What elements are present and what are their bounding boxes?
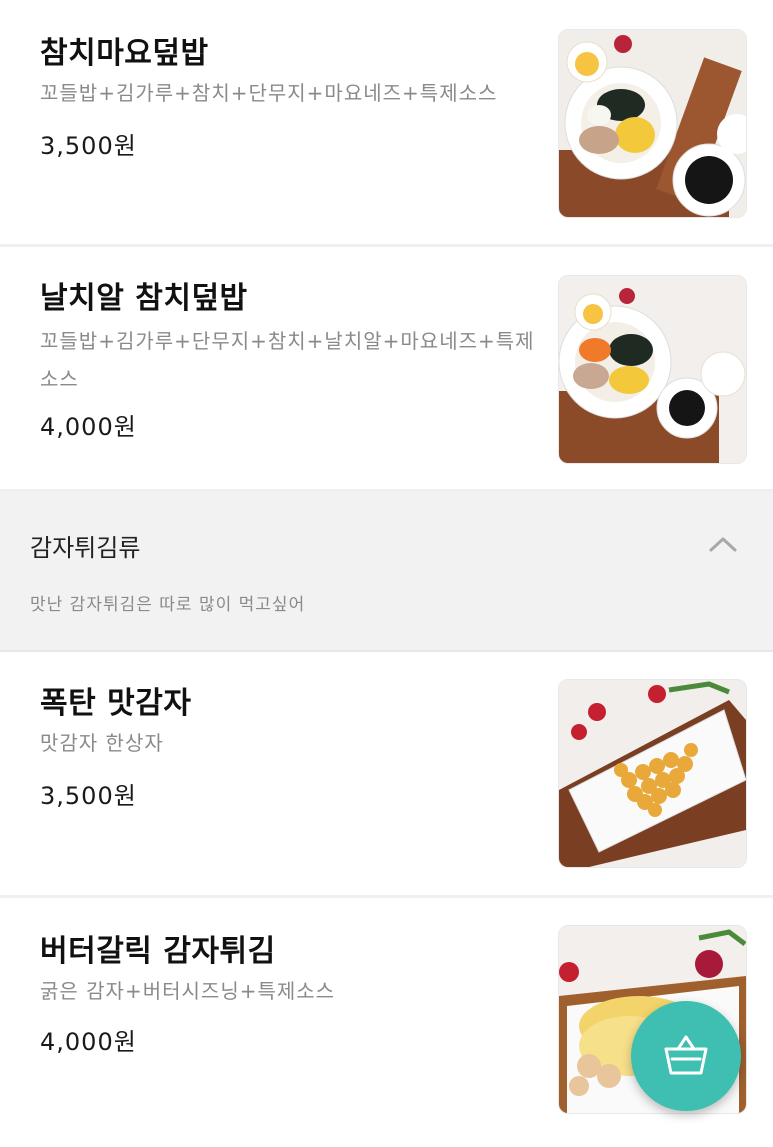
menu-item-name: 참치마요덮밥 — [40, 36, 209, 71]
menu-item[interactable]: 날치알 참치덮밥 꼬들밥+김가루+단무지+참치+날치알+마요네즈+특제소스 4,… — [0, 247, 773, 492]
menu-item-name: 폭탄 맛감자 — [40, 686, 192, 721]
menu-item[interactable]: 참치마요덮밥 꼬들밥+김가루+참치+단무지+마요네즈+특제소스 3,500원 — [0, 0, 773, 247]
menu-item-price: 3,500원 — [40, 782, 137, 810]
basket-icon — [664, 1035, 708, 1075]
menu-item-price: 3,500원 — [40, 132, 137, 160]
category-header[interactable] — [0, 492, 773, 652]
chevron-up-icon[interactable] — [708, 534, 738, 554]
category-title: 감자튀김류 — [30, 534, 141, 562]
menu-item-description: 꼬들밥+김가루+단무지+참치+날치알+마요네즈+특제소스 — [40, 329, 535, 391]
menu-item-description: 맛감자 한상자 — [40, 731, 164, 755]
menu-item-photo — [558, 275, 747, 464]
cart-button[interactable] — [631, 1001, 741, 1111]
menu-item-photo — [558, 679, 747, 868]
menu-item-description: 꼬들밥+김가루+참치+단무지+마요네즈+특제소스 — [40, 81, 498, 105]
category-description: 맛난 감자튀김은 따로 많이 먹고싶어 — [30, 595, 306, 615]
menu-item-name: 버터갈릭 감자튀김 — [40, 934, 276, 969]
menu-item-price: 4,000원 — [40, 1028, 137, 1056]
menu-item-description: 굵은 감자+버터시즈닝+특제소스 — [40, 979, 336, 1003]
menu-item-photo — [558, 29, 747, 218]
menu-item-name: 날치알 참치덮밥 — [40, 281, 248, 316]
menu-item-price: 4,000원 — [40, 413, 137, 441]
menu-item[interactable]: 폭탄 맛감자 맛감자 한상자 3,500원 — [0, 652, 773, 898]
